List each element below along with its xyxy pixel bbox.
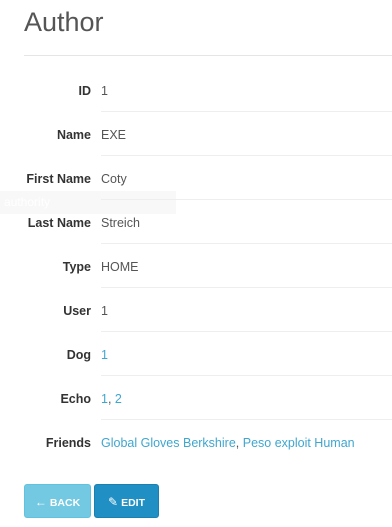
field-value-name: EXE [101,128,127,142]
detail-row-first-name: First Name Coty [0,156,392,200]
back-button-label: BACK [49,497,81,509]
friend-link-2[interactable]: Peso exploit Human [243,436,355,450]
detail-row-last-name: Last Name Streich [0,200,392,244]
field-label-last-name: Last Name [27,216,91,230]
field-label-id: ID [78,84,92,98]
echo-link-2[interactable]: 2 [115,392,122,406]
arrow-left-icon: ← [34,495,47,509]
detail-row-name: Name EXE [0,112,392,156]
detail-row-friends: Friends Global Gloves Berkshire, Peso ex… [0,420,392,464]
field-value-user: 1 [101,304,108,318]
author-detail-page: Author authority ID 1 Name EXE First Nam… [0,0,392,527]
edit-button-label: EDIT [121,497,145,509]
field-value-type: HOME [101,260,139,274]
detail-row-id: ID 1 [0,68,392,112]
field-value-echo: 1, 2 [101,391,122,407]
echo-link-1[interactable]: 1 [101,392,108,406]
detail-row-type: Type HOME [0,244,392,288]
field-label-first-name: First Name [26,172,91,186]
field-value-friends: Global Gloves Berkshire, Peso exploit Hu… [101,435,355,451]
pencil-icon: ✎ [108,495,119,509]
detail-row-dog: Dog 1 [0,332,392,376]
field-value-last-name: Streich [101,216,140,230]
field-label-dog: Dog [66,348,91,362]
field-label-echo: Echo [60,392,91,406]
edit-button[interactable]: ✎ EDIT [94,484,159,518]
dog-link[interactable]: 1 [101,348,108,362]
friend-link-1[interactable]: Global Gloves Berkshire [101,436,236,450]
field-value-id: 1 [101,84,108,98]
page-title: Author [24,7,104,37]
link-separator: , [235,436,243,450]
field-label-type: Type [62,260,91,274]
field-label-friends: Friends [45,436,91,450]
field-value-dog: 1 [101,347,108,363]
detail-list: ID 1 Name EXE First Name Coty Last Name … [0,68,392,464]
field-value-first-name: Coty [101,172,127,186]
field-label-user: User [63,304,91,318]
title-divider [24,55,392,56]
detail-row-user: User 1 [0,288,392,332]
link-separator: , [107,392,115,406]
back-button[interactable]: ← BACK [24,484,91,518]
detail-row-echo: Echo 1, 2 [0,376,392,420]
field-label-name: Name [56,128,91,142]
